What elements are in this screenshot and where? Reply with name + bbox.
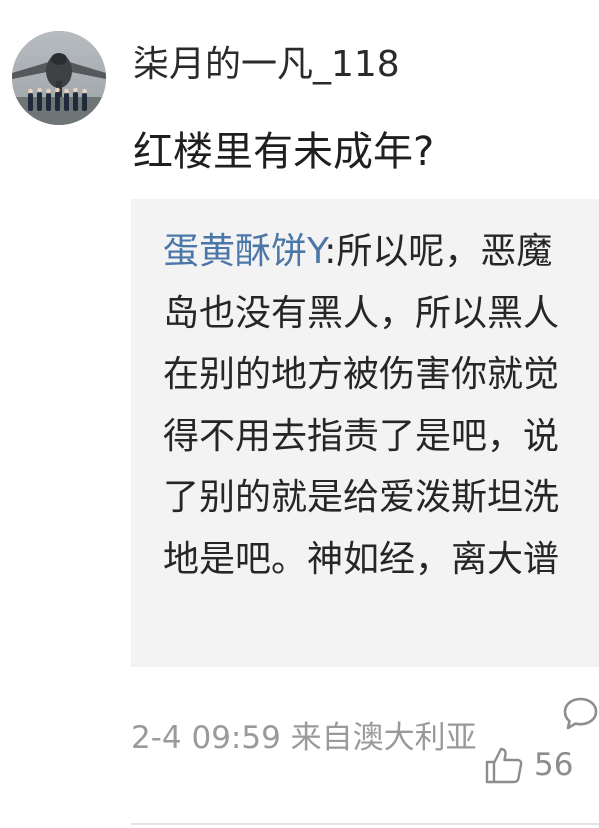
comment-page: 柒月的一凡_118 红楼里有未成年? 蛋黄酥饼Y:所以呢，恶魔岛也没有黑人，所以… xyxy=(0,0,599,828)
thumbs-up-icon xyxy=(485,747,523,784)
like-button[interactable]: 56 xyxy=(484,740,573,790)
avatar-image xyxy=(12,31,106,125)
reply-button[interactable] xyxy=(562,696,599,732)
like-count: 56 xyxy=(534,747,574,783)
comment-bubble-icon xyxy=(563,697,598,730)
divider xyxy=(131,823,599,825)
quoted-comment-body: 蛋黄酥饼Y:所以呢，恶魔岛也没有黑人，所以黑人在别的地方被伤害你就觉得不用去指责… xyxy=(163,221,583,590)
quoted-separator: : xyxy=(324,231,337,272)
quoted-text: 所以呢，恶魔岛也没有黑人，所以黑人在别的地方被伤害你就觉得不用去指责了是吧，说了… xyxy=(163,231,560,580)
quoted-comment[interactable]: 蛋黄酥饼Y:所以呢，恶魔岛也没有黑人，所以黑人在别的地方被伤害你就觉得不用去指责… xyxy=(131,199,599,667)
comment-text: 红楼里有未成年? xyxy=(133,129,435,175)
avatar[interactable] xyxy=(12,31,106,125)
comment-meta: 2-4 09:59 来自澳大利亚 xyxy=(131,720,477,756)
quoted-author-link[interactable]: 蛋黄酥饼Y xyxy=(163,231,324,272)
username[interactable]: 柒月的一凡_118 xyxy=(133,41,400,89)
